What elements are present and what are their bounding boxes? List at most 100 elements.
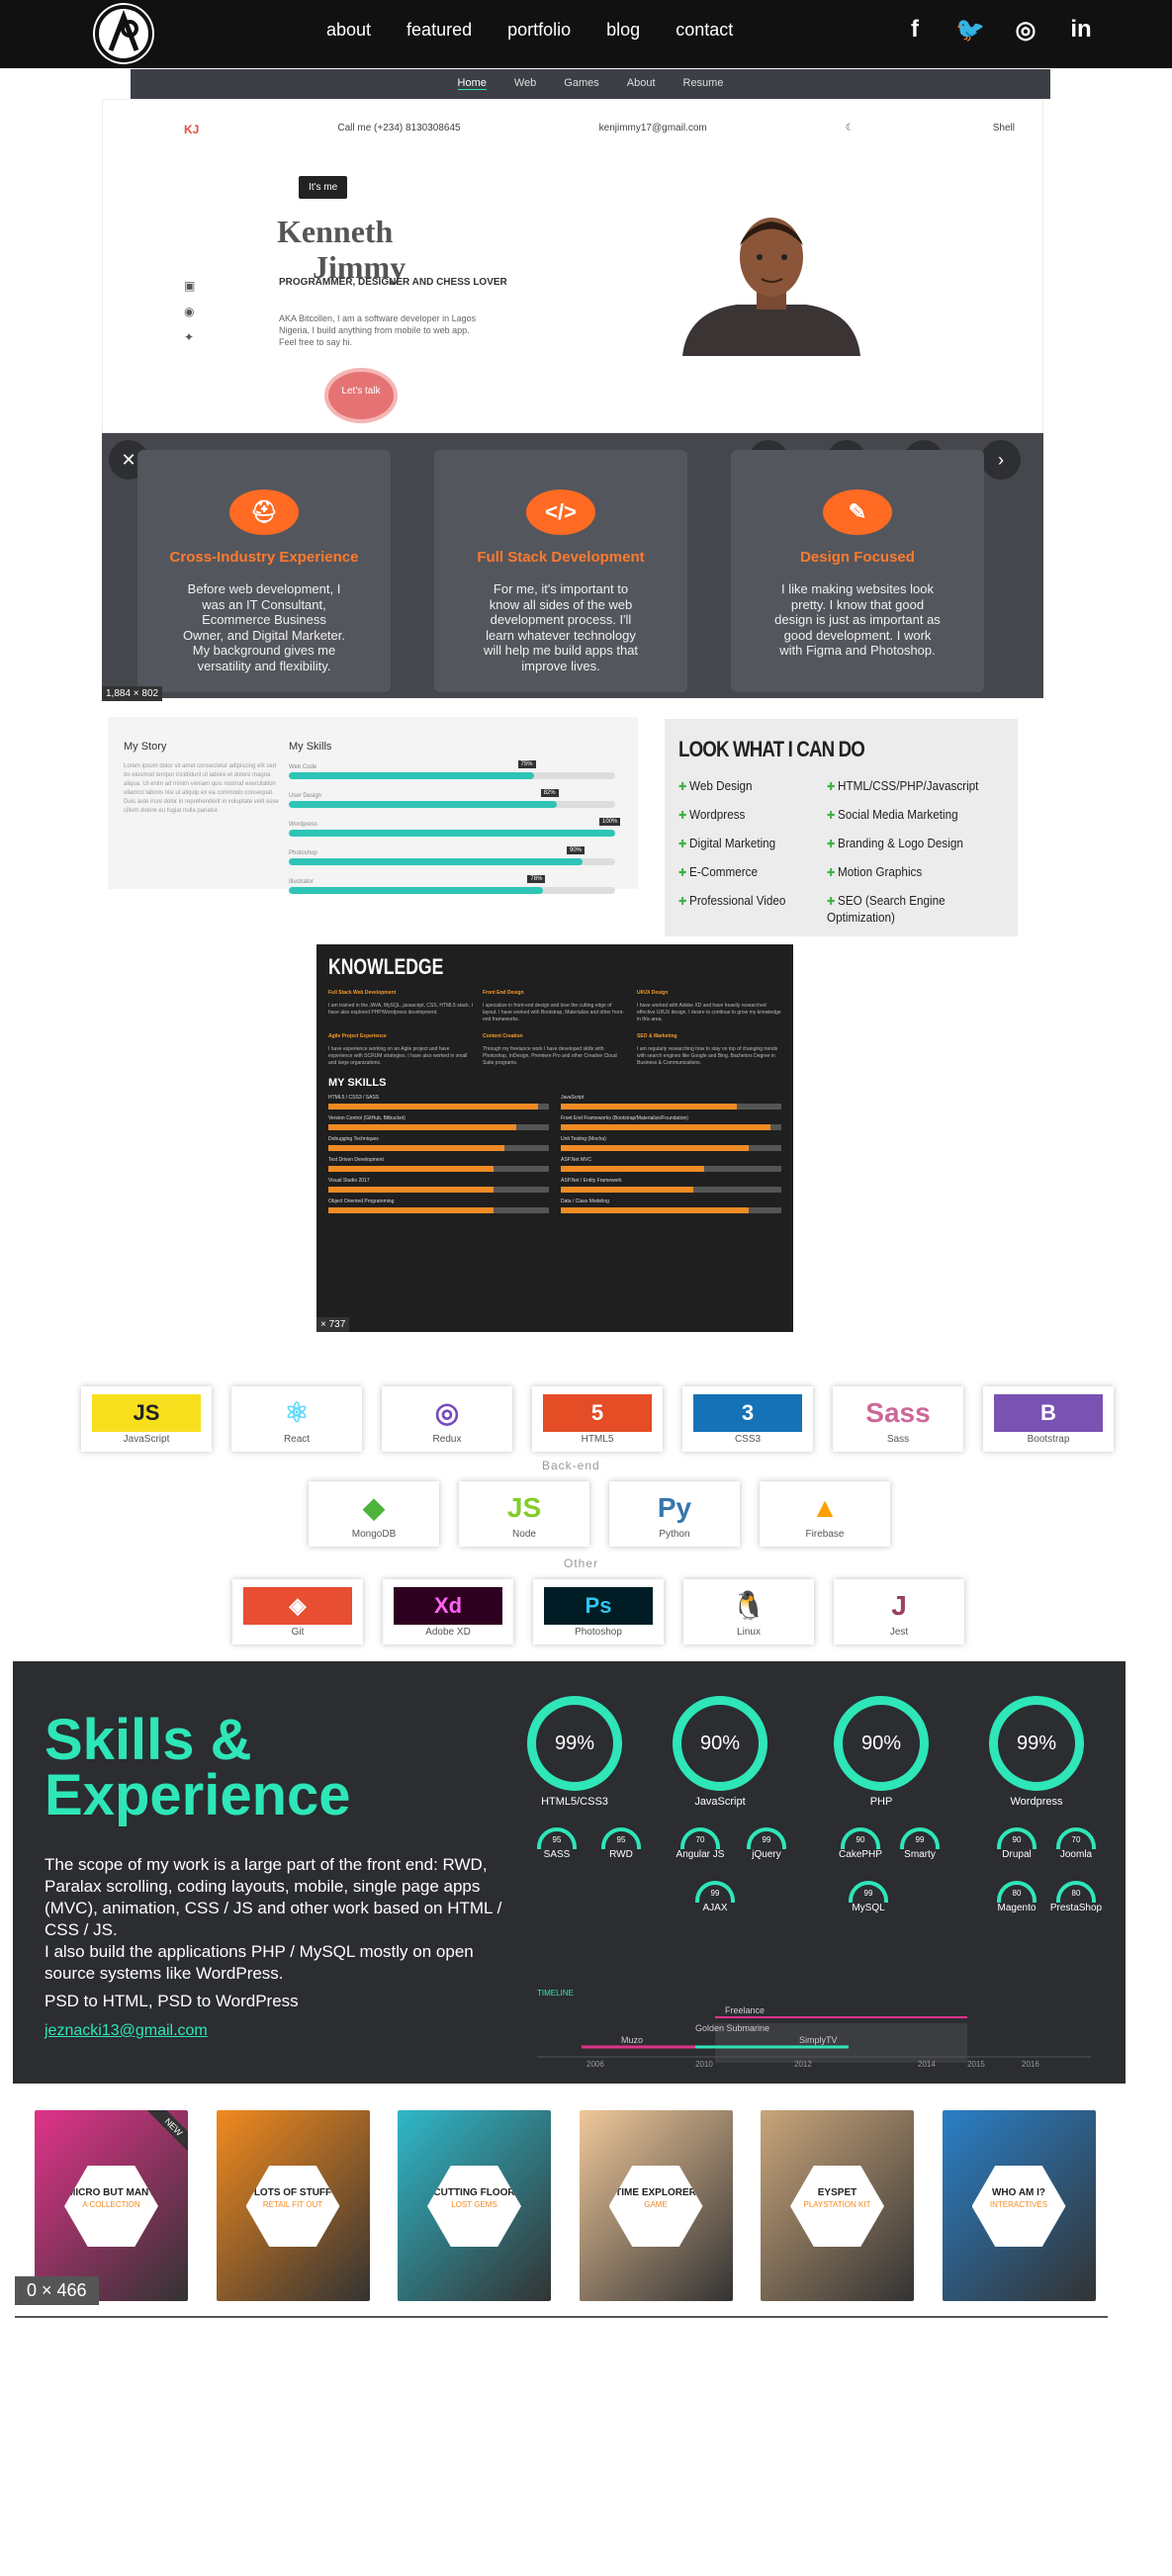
tech-card[interactable]: 5 HTML5 [532,1386,663,1452]
skill-bar: 100% [289,818,621,837]
hero-top-right[interactable]: Shell [993,123,1015,136]
knowledge-skill: Data / Class Modeling [561,1199,781,1213]
tech-card[interactable]: Xd Adobe XD [383,1579,513,1644]
nav-link-blog[interactable]: blog [606,20,640,41]
tech-card[interactable]: Py Python [609,1481,740,1547]
tech-card[interactable]: 🐧 Linux [683,1579,814,1644]
knowledge-title: KNOWLEDGE [328,954,444,979]
tech-row-frontend: JS JavaScript ⚛ React ◎ Redux 5 HTML5 3 CSS3 Sass S… [81,1386,1114,1452]
card-text: I like making websites look pretty. I kn… [774,581,941,658]
portfolio-tile[interactable]: TIME EXPLORER GAME [579,2110,733,2301]
knowledge-skill: JavaScript [561,1095,781,1110]
knowledge-skill-bar [328,1166,549,1172]
tech-card[interactable]: ◆ MongoDB [309,1481,439,1547]
tech-card[interactable]: ▲ Firebase [760,1481,890,1547]
knowledge-skill: Version Control (GitHub, Bitbucket) [328,1115,549,1130]
site-logo[interactable] [93,3,154,64]
portfolio-title: LOTS OF STUFF [253,2187,332,2198]
mini-tab-home[interactable]: Home [457,77,487,90]
github-icon[interactable]: ◉ [184,305,195,318]
redux-logo-icon: ◎ [393,1394,501,1432]
skill-bar: 78% [289,875,615,894]
code-icon: </> [526,489,595,535]
hero-social: ▣ ◉ ✦ [184,279,195,344]
mini-tab-about[interactable]: About [627,77,656,90]
portfolio-tile[interactable]: LOTS OF STUFF RETAIL FIT OUT [216,2110,370,2301]
small-skill-ring: 99 [900,1827,940,1849]
dribbble-icon[interactable]: ◎ [1011,16,1040,44]
tech-name: Photoshop [575,1627,622,1638]
nav-link-contact[interactable]: contact [676,20,733,41]
knowledge-skill-fill [328,1145,505,1151]
portfolio-tile[interactable]: WHO AM I? INTERACTIVES [942,2110,1096,2301]
knowledge-skill-bar [561,1187,781,1193]
skx-paragraph-3: PSD to HTML, PSD to WordPress [45,1992,299,2010]
skx-email-link[interactable]: jeznacki13@gmail.com [45,2022,208,2040]
facebook-icon[interactable]: f [900,16,930,44]
skx-paragraph-1: The scope of my work is a large part of … [45,1855,502,1939]
next-icon[interactable]: › [981,440,1021,480]
list-item: Wordpress [678,801,785,830]
hero-bio: AKA Bitcollen, I am a software developer… [279,313,477,347]
tech-name: JavaScript [123,1434,170,1445]
hero-email[interactable]: kenjimmy17@gmail.com [599,123,707,136]
firebase-logo-icon: ▲ [770,1489,879,1527]
twitter-icon[interactable]: 🐦 [955,16,985,44]
twitter-icon[interactable]: ✦ [184,330,195,344]
tech-card[interactable]: 3 CSS3 [682,1386,813,1452]
skill-bar-fill [289,772,534,779]
knowledge-skill: Debugging Techniques [328,1136,549,1151]
jest-logo-icon: J [845,1587,953,1625]
tech-card[interactable]: ◈ Git [232,1579,363,1644]
brush-icon: ✎ [823,489,892,535]
portfolio-tile[interactable]: EYSPET PLAYSTATION KIT [761,2110,914,2301]
tech-name: Sass [886,1434,910,1445]
small-skill-ring: 80 [997,1881,1037,1903]
skill-label: Illustrator [289,879,314,885]
skill-bar-fill [289,858,583,865]
node-logo-icon: JS [470,1489,579,1527]
small-skill-label: CakePHP [839,1849,882,1860]
other-label: Other [564,1556,599,1570]
tech-card[interactable]: JS Node [459,1481,589,1547]
photoshop-logo-icon: Ps [544,1587,653,1625]
portfolio-tile[interactable]: MICRO BUT MANY A COLLECTION NEW [35,2110,188,2301]
skill-percent: 100% [599,818,621,826]
skx-paragraph-2: I also build the applications PHP / MySQ… [45,1942,474,1983]
small-skill-ring: 90 [841,1827,880,1849]
tech-card[interactable]: J Jest [834,1579,964,1644]
moon-icon[interactable]: ☾ [846,123,855,136]
nav-link-portfolio[interactable]: portfolio [507,20,571,41]
tech-card[interactable]: Ps Photoshop [533,1579,664,1644]
skill-bar-fill [289,887,544,894]
linkedin-icon[interactable]: in [1066,16,1096,44]
tech-card[interactable]: ⚛ React [231,1386,362,1452]
bootstrap-logo-icon: B [994,1394,1103,1432]
nav-link-featured[interactable]: featured [406,20,472,41]
skill-percent: 90% [567,846,586,854]
skills-title: My Skills [289,741,332,753]
tech-card[interactable]: ◎ Redux [382,1386,512,1452]
knowledge-item: SEO & Marketing I am regularly researchin… [637,1033,778,1066]
html5-logo-icon: 5 [543,1394,652,1432]
new-ribbon: NEW [142,2110,188,2158]
linkedin-icon[interactable]: ▣ [184,279,195,293]
timeline-year: 2015 [967,2060,985,2067]
lets-talk-button[interactable]: Let's talk [324,368,398,423]
mini-tab-games[interactable]: Games [564,77,598,90]
mini-tab-resume[interactable]: Resume [683,77,724,90]
small-skill-ring: 90 [997,1827,1037,1849]
tech-card[interactable]: B Bootstrap [983,1386,1114,1452]
hero-logo[interactable]: KJ [184,123,199,136]
mini-tab-web[interactable]: Web [514,77,536,90]
tech-row-other: ◈ Git Xd Adobe XD Ps Photoshop 🐧 Linux J Jest [232,1579,964,1644]
nav-link-about[interactable]: about [326,20,371,41]
skill-label: User Design [289,793,322,799]
service-card: ✎ Design Focused I like making websites … [731,450,984,692]
my-skills-title: MY SKILLS [328,1077,387,1089]
timeline-year: 2010 [695,2060,713,2067]
tech-card[interactable]: JS JavaScript [81,1386,212,1452]
list-item: HTML/CSS/PHP/Javascript [827,772,979,801]
tech-card[interactable]: Sass Sass [833,1386,963,1452]
portfolio-tile[interactable]: CUTTING FLOOR LOST GEMS [398,2110,551,2301]
